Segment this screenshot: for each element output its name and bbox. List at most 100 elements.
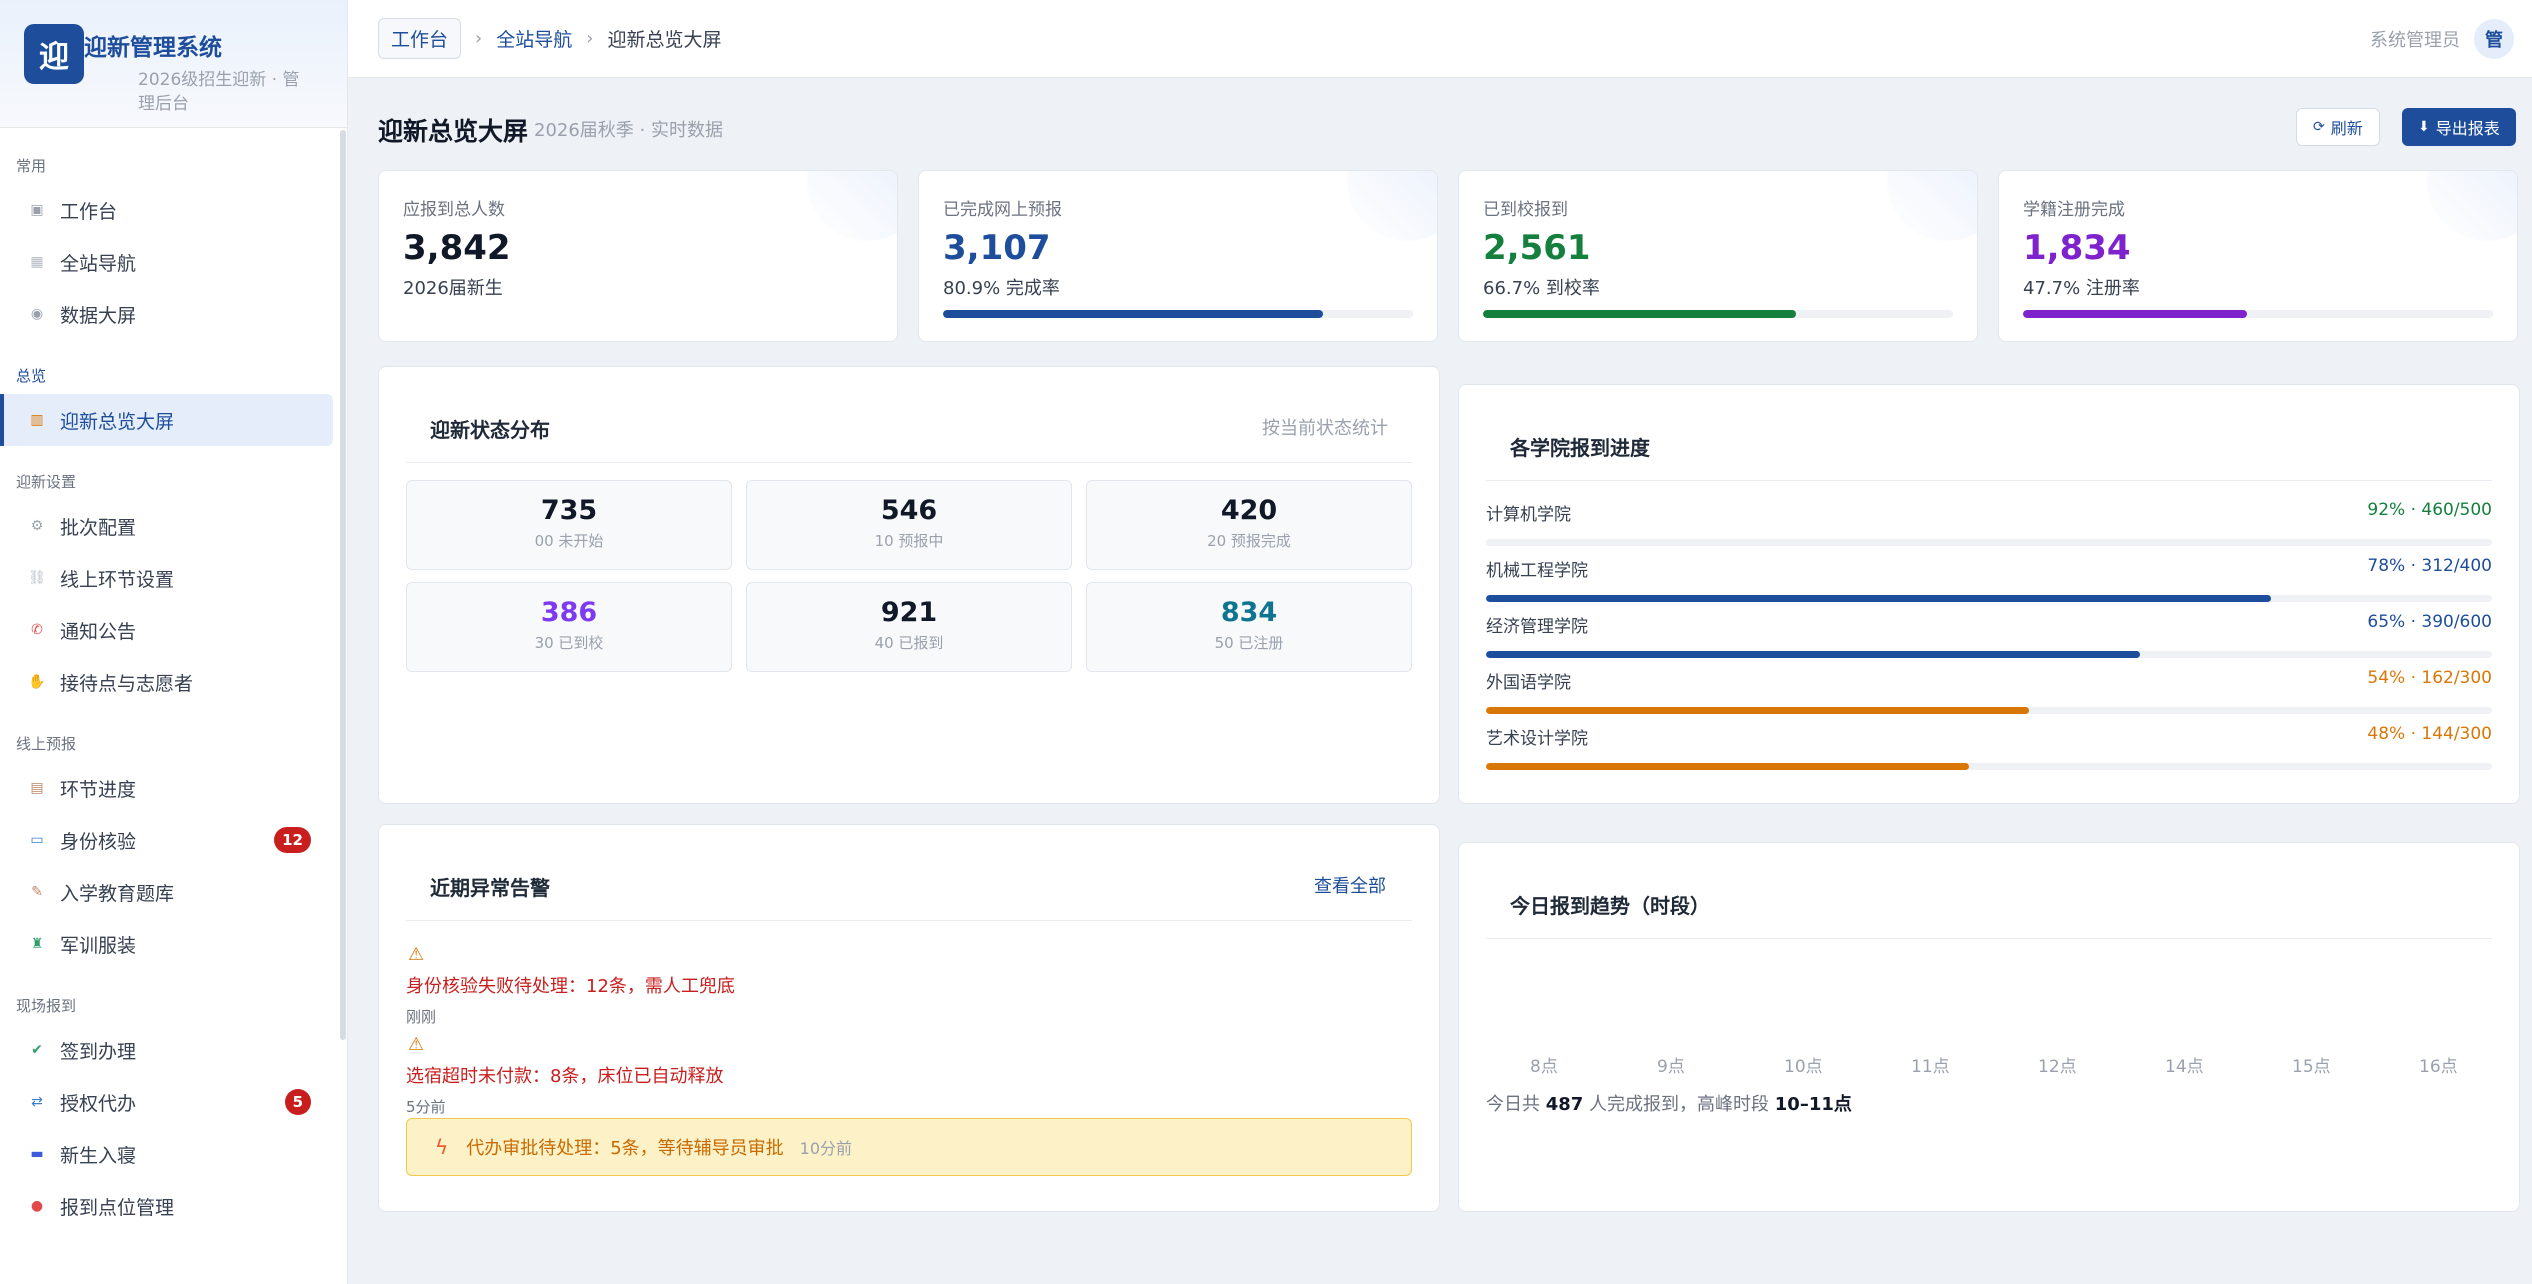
college-name: 计算机学院 [1486, 505, 1571, 525]
page-subtitle: 2026届秋季 · 实时数据 [534, 120, 723, 141]
college-name: 外国语学院 [1486, 673, 1571, 693]
nav-group-title: 迎新设置 [16, 473, 77, 491]
x-axis-tick-label: 12点 [2038, 1057, 2077, 1077]
warning-icon: ⚠ [408, 1034, 425, 1055]
progress-bar [1486, 763, 2492, 770]
divider [406, 920, 1412, 921]
status-cell[interactable]: 546 10 预报中 [746, 480, 1072, 570]
avatar[interactable]: 管 [2474, 18, 2514, 59]
progress-fill [1486, 763, 1969, 770]
breadcrumb-separator: › [475, 28, 483, 49]
sidebar-item[interactable]: ▥ 迎新总览大屏 [0, 394, 333, 446]
progress-fill [943, 310, 1324, 318]
college-row: 机械工程学院 78% · 312/400 [1486, 556, 2492, 602]
admin-name[interactable]: 系统管理员 [2370, 26, 2460, 52]
status-cell[interactable]: 921 40 已报到 [746, 582, 1072, 672]
refresh-icon: ⟳ [2313, 119, 2325, 135]
sidebar-item[interactable]: ♜ 军训服装 [0, 918, 347, 970]
college-progress-value: 54% · 162/300 [2367, 668, 2492, 688]
shirt-icon: ♜ [30, 936, 44, 952]
view-all-link[interactable]: 查看全部 [1314, 872, 1386, 898]
progress-bar [1486, 539, 2492, 546]
status-label: 30 已到校 [534, 634, 604, 652]
trend-summary-peak: 10–11点 [1774, 1094, 1852, 1115]
status-cell[interactable]: 420 20 预报完成 [1086, 480, 1412, 570]
stat-card: 已完成网上预报 3,107 80.9% 完成率 [918, 170, 1438, 342]
alert-box-time: 10分前 [799, 1139, 853, 1158]
status-label: 10 预报中 [874, 532, 944, 550]
stat-label: 应报到总人数 [403, 200, 505, 220]
sidebar-scrollbar[interactable] [340, 130, 346, 1040]
sidebar-item[interactable]: ● 报到点位管理 [0, 1180, 347, 1232]
sidebar-item[interactable]: ✎ 入学教育题库 [0, 866, 347, 918]
college-row: 经济管理学院 65% · 390/600 [1486, 612, 2492, 658]
breadcrumb-nav[interactable]: 全站导航 [496, 25, 572, 52]
sidebar-item[interactable]: ▦ 全站导航 [0, 236, 347, 288]
nav-group-title: 总览 [16, 367, 47, 385]
export-button[interactable]: ⬇ 导出报表 [2402, 108, 2516, 146]
stat-label: 已到校报到 [1483, 200, 1568, 220]
refresh-label: 刷新 [2330, 119, 2363, 138]
id-card-icon: ▭ [30, 832, 44, 848]
export-label: 导出报表 [2435, 119, 2500, 138]
refresh-button[interactable]: ⟳ 刷新 [2296, 108, 2380, 146]
sidebar-item-label: 身份核验 [60, 830, 137, 853]
sidebar-item[interactable]: ⇄ 授权代办 5 [0, 1076, 347, 1128]
progress-fill [1486, 595, 2271, 602]
sidebar-item[interactable]: ⚙ 批次配置 [0, 500, 347, 552]
nav-group: 现场报到 ✔ 签到办理 ⇄ 授权代办 5 ▬ 新生入寝 ● 报到点位管理 [0, 970, 347, 1232]
progress-fill [2023, 310, 2248, 318]
x-axis-tick-label: 16点 [2419, 1057, 2458, 1077]
nav-group-title: 线上预报 [16, 735, 77, 753]
stat-desc: 66.7% 到校率 [1483, 278, 1600, 299]
stat-value: 1,834 [2023, 228, 2131, 268]
alert-box-text: 代办审批待处理：5条，等待辅导员审批 [466, 1138, 784, 1159]
pending-approval-alert[interactable]: ϟ 代办审批待处理：5条，等待辅导员审批 10分前 [406, 1118, 1412, 1176]
sidebar-item[interactable]: ▬ 新生入寝 [0, 1128, 347, 1180]
sidebar-item-label: 军训服装 [60, 934, 137, 957]
megaphone-icon: ✆ [31, 622, 43, 638]
nav-group: 迎新设置 ⚙ 批次配置 ⛓ 线上环节设置 ✆ 通知公告 ✋ 接待点与志愿者 [0, 446, 347, 708]
status-count: 735 [540, 495, 598, 526]
status-count: 546 [880, 495, 938, 526]
stat-label: 学籍注册完成 [2023, 200, 2125, 220]
x-axis-tick-label: 15点 [2292, 1057, 2331, 1077]
sidebar-item-label: 报到点位管理 [60, 1196, 175, 1219]
memo-icon: ✎ [31, 884, 43, 900]
divider [1486, 480, 2492, 481]
sidebar-item[interactable]: ✔ 签到办理 [0, 1024, 347, 1076]
clipboard-icon: ▤ [30, 780, 44, 796]
sidebar-nav: 常用 ▣ 工作台 ▦ 全站导航 ◉ 数据大屏 总览 ▥ 迎新总览大屏 迎新设置 ⚙ 批次配置 ⛓ 线上环节设… [0, 128, 347, 1232]
sidebar-item[interactable]: ▣ 工作台 [0, 184, 347, 236]
status-cell[interactable]: 386 30 已到校 [406, 582, 732, 672]
college-row: 外国语学院 54% · 162/300 [1486, 668, 2492, 714]
sidebar-item-label: 通知公告 [60, 620, 137, 643]
sidebar-item[interactable]: ▭ 身份核验 12 [0, 814, 347, 866]
stat-label: 已完成网上预报 [943, 200, 1062, 220]
status-cell[interactable]: 735 00 未开始 [406, 480, 732, 570]
divider [406, 462, 1412, 463]
sidebar-item[interactable]: ◉ 数据大屏 [0, 288, 347, 340]
lightning-icon: ϟ [435, 1135, 449, 1159]
status-count: 420 [1220, 495, 1278, 526]
sidebar-item[interactable]: ⛓ 线上环节设置 [0, 552, 347, 604]
x-axis-tick-label: 9点 [1657, 1057, 1685, 1077]
sidebar-item[interactable]: ▤ 环节进度 [0, 762, 347, 814]
college-row: 计算机学院 92% · 460/500 [1486, 500, 2492, 546]
sidebar-item-label: 数据大屏 [60, 304, 137, 327]
sidebar-item[interactable]: ✋ 接待点与志愿者 [0, 656, 347, 708]
alert-text[interactable]: 选宿超时未付款：8条，床位已自动释放 [406, 1062, 723, 1088]
progress-bar [1483, 310, 1953, 318]
sidebar-item-label: 批次配置 [60, 516, 137, 539]
college-row: 艺术设计学院 48% · 144/300 [1486, 724, 2492, 770]
college-name: 经济管理学院 [1486, 617, 1588, 637]
progress-bar [943, 310, 1413, 318]
sidebar-item-label: 线上环节设置 [60, 568, 175, 591]
sidebar-item[interactable]: ✆ 通知公告 [0, 604, 347, 656]
topbar: 工作台 › 全站导航 › 迎新总览大屏 系统管理员 管 [348, 0, 2532, 78]
status-cell[interactable]: 834 50 已注册 [1086, 582, 1412, 672]
college-progress-value: 78% · 312/400 [2367, 556, 2492, 576]
breadcrumb-home[interactable]: 工作台 [378, 18, 462, 59]
stat-value: 3,107 [943, 228, 1051, 268]
alert-text[interactable]: 身份核验失败待处理：12条，需人工兜底 [406, 972, 735, 998]
